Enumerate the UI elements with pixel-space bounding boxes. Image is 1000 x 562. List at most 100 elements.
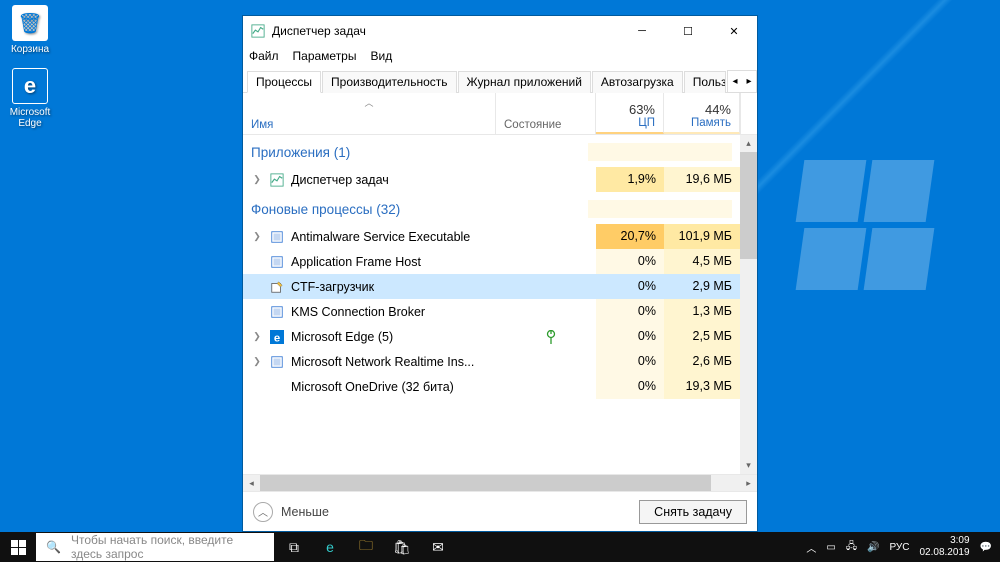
edge-icon: e (269, 329, 285, 345)
battery-icon[interactable]: ▭ (826, 542, 835, 553)
tab-processes[interactable]: Процессы (247, 71, 321, 93)
mem-cell: 4,5 МБ (664, 249, 740, 274)
cpu-cell: 0% (596, 249, 664, 274)
tabs: Процессы Производительность Журнал прило… (243, 70, 757, 93)
cpu-cell: 0% (596, 274, 664, 299)
vertical-scrollbar[interactable]: ▴ ▾ (740, 135, 757, 474)
app-icon (269, 229, 285, 245)
clock[interactable]: 3:09 02.08.2019 (919, 535, 969, 559)
mem-cell: 2,9 МБ (664, 274, 740, 299)
cpu-cell: 0% (596, 349, 664, 374)
chevron-up-icon: ︿ (253, 502, 273, 522)
task-manager-icon (269, 172, 285, 188)
edge-icon: e (12, 68, 48, 104)
expand-icon[interactable]: ❯ (249, 231, 265, 242)
search-icon: 🔍 (46, 540, 61, 554)
menubar: Файл Параметры Вид (243, 46, 757, 66)
table-row[interactable]: ❯ CTF-загрузчик 0% 2,9 МБ (243, 274, 757, 299)
table-row[interactable]: ❯ Диспетчер задач 1,9% 19,6 МБ (243, 167, 757, 192)
header-state[interactable]: Состояние (496, 93, 596, 134)
process-name: Application Frame Host (291, 255, 506, 269)
recycle-bin-label: Корзина (0, 44, 60, 55)
volume-icon[interactable]: 🔊 (867, 542, 879, 553)
status-icon (506, 330, 596, 344)
network-icon[interactable]: 🖧 (846, 539, 857, 556)
horizontal-scrollbar[interactable]: ◂ ▸ (243, 474, 757, 491)
end-task-button[interactable]: Снять задачу (639, 500, 747, 524)
table-row[interactable]: ❯ KMS Connection Broker 0% 1,3 МБ (243, 299, 757, 324)
table-row[interactable]: ❯ Antimalware Service Executable 20,7% 1… (243, 224, 757, 249)
app-icon (269, 354, 285, 370)
cpu-cell: 0% (596, 299, 664, 324)
task-view-button[interactable]: ⧉ (276, 532, 312, 562)
tab-scroll-left[interactable]: ◂ (728, 76, 742, 87)
mem-cell: 19,6 МБ (664, 167, 740, 192)
app-icon (269, 304, 285, 320)
edge-taskbar-icon[interactable]: e (312, 532, 348, 562)
menu-options[interactable]: Параметры (293, 49, 357, 63)
window-title: Диспетчер задач (272, 24, 619, 38)
process-name: Microsoft Network Realtime Ins... (291, 355, 506, 369)
table-row[interactable]: ❯ Microsoft Network Realtime Ins... 0% 2… (243, 349, 757, 374)
app-icon (269, 279, 285, 295)
header-scrollbar-space (740, 93, 757, 134)
mail-icon[interactable]: ✉ (420, 532, 456, 562)
group-background: Фоновые процессы (32) (243, 192, 757, 224)
edge-desktop-icon[interactable]: e Microsoft Edge (0, 68, 60, 129)
tab-scroll-right[interactable]: ▸ (742, 76, 756, 87)
scroll-up-icon[interactable]: ▴ (740, 135, 757, 152)
menu-view[interactable]: Вид (370, 49, 392, 63)
window-footer: ︿ Меньше Снять задачу (243, 491, 757, 531)
process-name: Microsoft OneDrive (32 бита) (291, 380, 506, 394)
table-row[interactable]: ❯ Microsoft OneDrive (32 бита) 0% 19,3 М… (243, 374, 757, 399)
column-headers: ︿ Имя Состояние 63% ЦП 44% Память (243, 93, 757, 135)
search-input[interactable]: 🔍 Чтобы начать поиск, введите здесь запр… (36, 533, 274, 561)
svg-text:e: e (274, 332, 280, 344)
minimize-button[interactable]: ─ (619, 16, 665, 46)
scroll-down-icon[interactable]: ▾ (740, 457, 757, 474)
tray-chevron-icon[interactable]: ︿ (806, 540, 816, 555)
header-name[interactable]: ︿ Имя (243, 93, 496, 134)
mem-cell: 19,3 МБ (664, 374, 740, 399)
process-name: CTF-загрузчик (291, 280, 506, 294)
fewer-details-button[interactable]: ︿ Меньше (253, 502, 329, 522)
start-button[interactable] (0, 532, 36, 562)
search-placeholder: Чтобы начать поиск, введите здесь запрос (71, 533, 264, 561)
cpu-cell: 0% (596, 324, 664, 349)
task-manager-window: Диспетчер задач ─ ☐ ✕ Файл Параметры Вид… (242, 15, 758, 532)
close-button[interactable]: ✕ (711, 16, 757, 46)
recycle-bin-icon[interactable]: 🗑 Корзина (0, 5, 60, 55)
header-cpu[interactable]: 63% ЦП (596, 93, 664, 134)
store-icon[interactable]: 🛍 (384, 532, 420, 562)
system-tray: ︿ ▭ 🖧 🔊 РУС 3:09 02.08.2019 💬 (806, 535, 1000, 559)
scroll-right-icon[interactable]: ▸ (740, 475, 757, 492)
titlebar[interactable]: Диспетчер задач ─ ☐ ✕ (243, 16, 757, 46)
file-explorer-icon[interactable]: 🗀 (348, 532, 384, 562)
header-memory[interactable]: 44% Память (664, 93, 740, 134)
windows-logo-watermark (800, 160, 930, 290)
notifications-icon[interactable]: 💬 (980, 542, 992, 553)
maximize-button[interactable]: ☐ (665, 16, 711, 46)
cpu-cell: 1,9% (596, 167, 664, 192)
language-indicator[interactable]: РУС (889, 542, 909, 553)
scroll-left-icon[interactable]: ◂ (243, 475, 260, 492)
cpu-cell: 20,7% (596, 224, 664, 249)
mem-cell: 1,3 МБ (664, 299, 740, 324)
edge-label: Microsoft Edge (0, 107, 60, 129)
tab-startup[interactable]: Автозагрузка (592, 71, 683, 93)
sort-indicator-icon: ︿ (251, 96, 487, 109)
table-row[interactable]: ❯ e Microsoft Edge (5) 0% 2,5 МБ (243, 324, 757, 349)
expand-icon[interactable]: ❯ (249, 356, 265, 367)
table-row[interactable]: ❯ Application Frame Host 0% 4,5 МБ (243, 249, 757, 274)
menu-file[interactable]: Файл (249, 49, 279, 63)
task-manager-icon (250, 23, 266, 39)
tab-scroll: ◂ ▸ (727, 70, 757, 92)
tab-users[interactable]: Пользователи (684, 71, 726, 93)
app-icon (269, 254, 285, 270)
cpu-cell: 0% (596, 374, 664, 399)
tab-app-history[interactable]: Журнал приложений (458, 71, 591, 93)
process-name: Antimalware Service Executable (291, 230, 506, 244)
expand-icon[interactable]: ❯ (249, 174, 265, 185)
tab-performance[interactable]: Производительность (322, 71, 456, 93)
expand-icon[interactable]: ❯ (249, 331, 265, 342)
